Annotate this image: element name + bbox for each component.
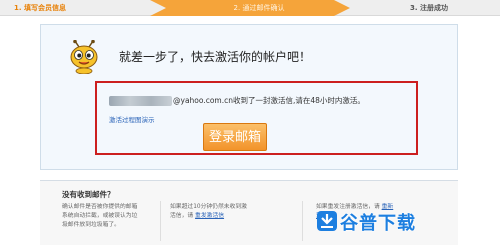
help-col-spam: 确认邮件是否被你提供的邮箱系统自动拦截，或被误认为垃圾邮件放到垃圾箱了。: [62, 204, 138, 228]
activation-guide-link[interactable]: 激活过程图演示: [109, 114, 155, 124]
resend-activation-link[interactable]: 重发激活信: [195, 213, 224, 219]
watermark-logo-icon: [317, 211, 337, 231]
page-title: 就差一步了，快去激活你的帐户吧！: [119, 50, 312, 64]
site-watermark: 谷普下载: [316, 209, 446, 235]
activation-message: @yahoo.com.cn收到了一封激活信,请在48小时内激活。: [173, 96, 365, 105]
help-title: 没有收到邮件？: [62, 190, 115, 199]
watermark-text: 谷普下载: [340, 213, 416, 233]
activation-notice-box: @yahoo.com.cn收到了一封激活信,请在48小时内激活。 激活过程图演示…: [95, 81, 418, 155]
bee-mascot-icon: [70, 40, 98, 74]
divider: [302, 201, 303, 241]
registration-steps: 1. 填写会员信息 2. 通过邮件确认 3. 注册成功: [0, 0, 500, 16]
step-fill-info: 1. 填写会员信息: [14, 4, 66, 12]
login-mailbox-button[interactable]: 登录邮箱: [203, 123, 267, 151]
activation-card: 就差一步了，快去激活你的帐户吧！ @yahoo.com.cn收到了一封激活信,请…: [40, 24, 458, 170]
divider: [160, 201, 161, 241]
step-register-success: 3. 注册成功: [410, 4, 448, 12]
help-col-resend: 如果超过10分钟仍然未收到激活信，请 重发激活信: [170, 203, 250, 221]
redacted-email-username: [109, 96, 172, 106]
step-email-confirm: 2. 通过邮件确认: [150, 0, 350, 16]
